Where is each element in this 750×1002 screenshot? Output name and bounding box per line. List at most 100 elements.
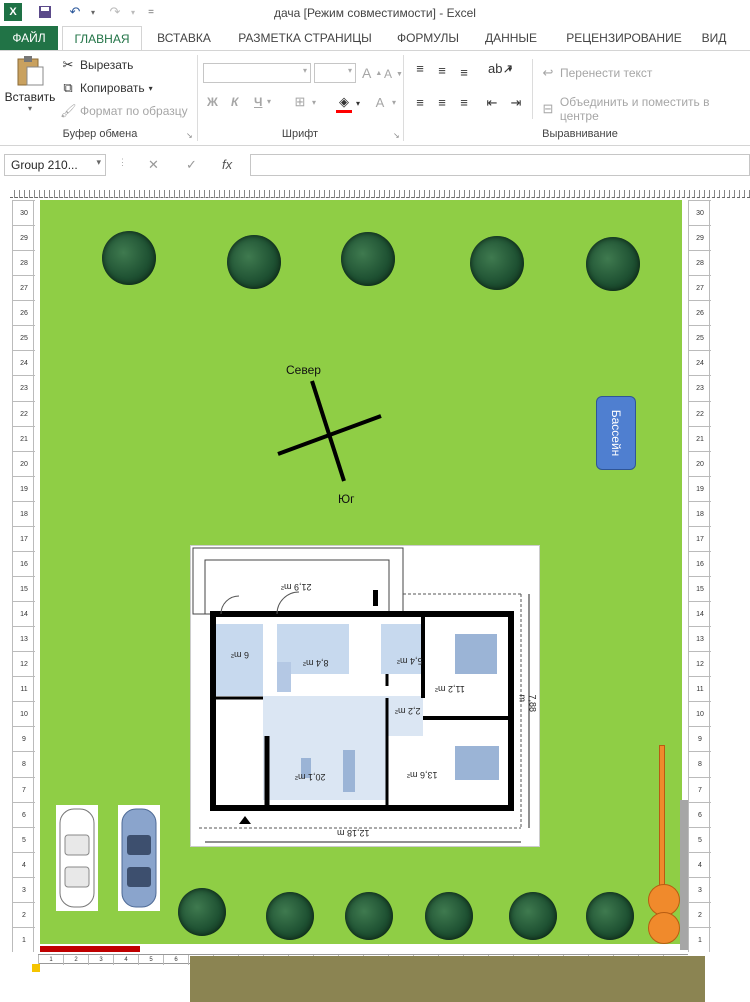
font-name-dropdown-icon: ▾ [302,66,307,75]
wrap-text-button[interactable]: ↩ Перенести текст [540,65,653,81]
ruler-tick-label: 8 [13,751,35,776]
ruler-tick-label: 30 [13,200,35,225]
pool-shape[interactable]: Бассейн [596,396,636,470]
align-bottom-button[interactable]: ≡ [456,65,472,80]
ruler-tick-label: 20 [689,450,711,476]
borders-icon: ⊞ [294,94,306,109]
window-title: дача [Режим совместимости] - Excel [274,6,476,20]
house-floor-plan[interactable]: 21,9 m² 6 m² 8,4 m² 5,4 m² 11,2 m² 2,2 m… [190,545,540,847]
cut-button[interactable]: ✂ Вырезать [60,57,134,73]
area-kitchen: 8,4 m² [303,658,329,668]
ruler-tick-label: 3 [13,876,35,902]
align-left-button[interactable]: ≡ [412,95,428,110]
tab-view[interactable]: ВИД [696,26,732,50]
italic-button[interactable]: К [231,95,238,109]
underline-dropdown-icon[interactable]: ▾ [267,97,271,106]
borders-button[interactable]: ⊞ ▾ [292,94,316,110]
compass-cross[interactable] [270,373,390,483]
selection-handle-icon[interactable] [32,964,40,972]
font-size-dropdown-icon: ▾ [347,66,352,75]
worksheet-canvas[interactable]: 30 29 28 27 26 25 24 23 22 21 20 19 18 17 16 15 14 13 12 11… [0,188,750,1002]
align-middle-button[interactable]: ≡ [434,63,450,78]
increase-indent-button[interactable]: ⇥ [508,95,524,111]
font-color-button[interactable]: A ▾ [372,95,396,110]
paintbrush-icon: 🖌 [60,103,77,118]
ruler-tick-label: 19 [13,475,35,501]
tab-home[interactable]: ГЛАВНАЯ [62,26,142,50]
align-top-button[interactable]: ≡ [412,61,428,76]
tab-review[interactable]: РЕЦЕНЗИРОВАНИЕ [560,26,688,50]
font-launcher-icon[interactable]: ↘ [393,131,400,140]
orientation-button[interactable]: ab↗ ▾ [488,61,513,77]
lamp-post[interactable] [659,745,665,895]
area-bedroom-1: 11,2 m² [435,684,465,694]
format-painter-label: Формат по образцу [80,104,188,118]
align-right-button[interactable]: ≡ [456,95,472,110]
tab-insert[interactable]: ВСТАВКА [150,26,218,50]
ruler-tick-label: 17 [689,525,711,551]
ruler-tick-label: 26 [13,300,35,325]
ruler-tick-label: 27 [13,275,35,300]
tree-icon [586,237,640,291]
ruler-tick-label: 22 [13,400,35,426]
alignment-group-label: Выравнивание [542,128,618,140]
tab-data[interactable]: ДАННЫЕ [480,26,542,50]
ruler-tick-label: 15 [13,576,35,601]
underline-button[interactable]: Ч [254,95,262,109]
ruler-tick-label: 15 [689,576,711,601]
clipboard-launcher-icon[interactable]: ↘ [186,131,193,140]
name-box-dropdown-icon[interactable]: ▾ [96,157,101,168]
soil-strip [190,956,705,1002]
ruler-tick-label: 5 [689,826,711,852]
floor-plan-drawing [192,547,530,843]
separator [197,55,198,141]
ruler-tick-label: 14 [689,601,711,626]
ruler-tick-label: 25 [13,325,35,350]
ruler-tick-label: 3 [689,876,711,902]
ruler-tick-label: 22 [689,400,711,426]
plan-width-label: 12,18 m [337,828,370,838]
grow-font-button[interactable]: A ▲ [362,65,382,81]
merge-center-button[interactable]: ⊟ Объединить и поместить в центре [540,95,750,123]
cancel-icon[interactable]: ✕ [148,157,159,173]
name-box[interactable]: Group 210... ▾ [4,154,106,176]
font-color-icon: A [375,95,385,110]
align-center-button[interactable]: ≡ [434,95,450,110]
font-name-combo[interactable]: ▾ [203,63,311,83]
ruler-tick-label: 18 [689,500,711,526]
shrink-font-button[interactable]: A ▼ [384,67,403,81]
font-size-combo[interactable]: ▾ [314,63,356,83]
ruler-tick-label: 1 [38,955,63,965]
ruler-tick-label: 23 [13,375,35,400]
tab-file[interactable]: ФАЙЛ [0,26,58,50]
bold-button[interactable]: Ж [207,95,218,109]
fill-color-button[interactable]: ◈ ▾ [336,94,360,113]
plan-depth-label: 7,88 m [517,694,538,713]
paste-button[interactable]: Вставить ▾ [4,55,56,117]
decrease-indent-button[interactable]: ⇤ [484,95,500,111]
ruler-tick-label: 2 [689,901,711,927]
decrease-indent-icon: ⇤ [486,95,498,110]
area-terrace: 21,9 m² [281,582,312,592]
copy-button[interactable]: ⧉ Копировать ▾ [60,80,152,96]
ruler-tick-label: 27 [689,275,711,300]
increase-indent-icon: ⇥ [510,95,522,110]
enter-check-icon[interactable]: ✓ [186,157,197,173]
merge-icon: ⊟ [542,101,554,116]
ruler-tick-label: 6 [689,801,711,827]
ruler-tick-label: 14 [13,601,35,626]
format-painter-button[interactable]: 🖌 Формат по образцу [60,103,188,119]
tab-page-layout[interactable]: РАЗМЕТКА СТРАНИЦЫ [232,26,378,50]
tree-icon [266,892,314,940]
insert-function-button[interactable]: fx [222,157,232,172]
ruler-tick-label: 28 [13,250,35,275]
ruler-tick-label: 3 [88,955,113,965]
ruler-tick-label: 26 [689,300,711,325]
ruler-tick-label: 7 [689,776,711,802]
formula-input[interactable] [250,154,750,176]
paste-label: Вставить [4,90,56,104]
car-icon[interactable] [56,805,98,911]
tab-formulas[interactable]: ФОРМУЛЫ [390,26,466,50]
formula-bar-grip-icon: ⋮ [118,157,127,167]
car-icon[interactable] [118,805,160,911]
